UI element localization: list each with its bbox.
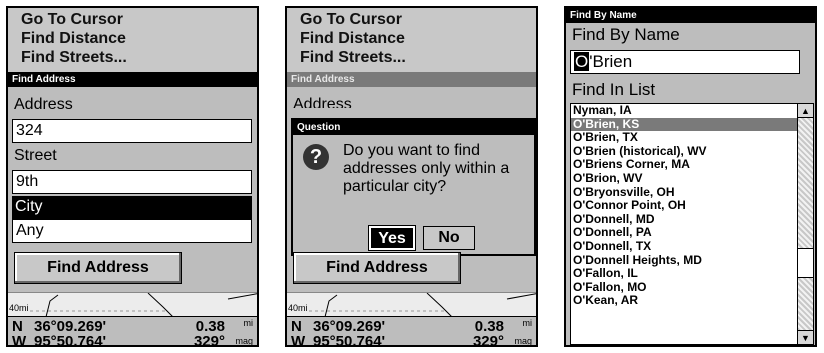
lon-dir: W xyxy=(291,333,306,347)
menu: Go To Cursor Find Distance Find Streets.… xyxy=(287,8,536,72)
scroll-up-icon[interactable]: ▲ xyxy=(798,104,813,118)
question-dialog: Question ? Do you want to find addresses… xyxy=(291,118,536,256)
map-strip: 40mi xyxy=(8,292,257,317)
list-item[interactable]: O'Donnell, PA xyxy=(571,226,813,240)
list-item[interactable]: O'Brion, WV xyxy=(571,171,813,186)
menu-item-find-distance[interactable]: Find Distance xyxy=(287,29,536,48)
list-item[interactable]: O'Donnell, TX xyxy=(571,239,813,254)
scroll-thumb[interactable] xyxy=(798,248,813,278)
scroll-track[interactable] xyxy=(798,118,813,330)
city-label[interactable]: City xyxy=(12,196,252,220)
list-item[interactable]: O'Brien, TX xyxy=(571,131,813,145)
distance-unit: mi xyxy=(522,318,533,328)
list-item[interactable]: O'Connor Point, OH xyxy=(571,199,813,213)
address-label: Address xyxy=(14,96,73,113)
find-address-title: Find Address xyxy=(8,72,257,87)
question-icon: ? xyxy=(303,144,329,170)
list-item[interactable]: Nyman, IA xyxy=(571,104,813,118)
menu-item-find-streets[interactable]: Find Streets... xyxy=(287,48,536,67)
find-address-button[interactable]: Find Address xyxy=(293,252,461,284)
question-screen: Go To Cursor Find Distance Find Streets.… xyxy=(285,6,538,347)
menu-item-find-streets[interactable]: Find Streets... xyxy=(8,48,257,67)
find-by-name-heading: Find By Name xyxy=(572,25,680,44)
menu: Go To Cursor Find Distance Find Streets.… xyxy=(8,8,257,72)
list-item[interactable]: O'Bryonsville, OH xyxy=(571,185,813,200)
menu-item-find-distance[interactable]: Find Distance xyxy=(8,29,257,48)
lon-dir: W xyxy=(12,333,27,347)
list-item[interactable]: O'Brien, KS xyxy=(571,117,813,132)
longitude: 95°50.764' xyxy=(34,333,107,347)
distance-unit: mi xyxy=(243,318,254,328)
question-text: Do you want to find addresses only withi… xyxy=(343,142,510,195)
longitude: 95°50.764' xyxy=(313,333,386,347)
address-label: Address xyxy=(293,96,352,108)
list-item[interactable]: O'Fallon, IL xyxy=(571,267,813,281)
map-lines xyxy=(309,293,536,317)
list-item[interactable]: O'Briens Corner, MA xyxy=(571,158,813,172)
find-address-button[interactable]: Find Address xyxy=(14,252,182,284)
list-item[interactable]: O'Fallon, MO xyxy=(571,280,813,295)
scrollbar[interactable]: ▲ ▼ xyxy=(797,104,813,344)
find-address-screen: Go To Cursor Find Distance Find Streets.… xyxy=(6,6,259,347)
find-in-list-label: Find In List xyxy=(572,80,656,99)
list-item[interactable]: O'Kean, AR xyxy=(571,294,813,308)
bearing-unit: mag xyxy=(235,336,253,346)
input-cursor: O xyxy=(574,52,590,71)
street-label: Street xyxy=(14,147,57,164)
find-address-title: Find Address xyxy=(287,72,536,87)
bearing: 329° xyxy=(193,333,225,347)
position-readout: N 36°09.269' 0.38 mi W 95°50.764' 329° m… xyxy=(287,316,536,347)
map-strip: 40mi xyxy=(287,292,536,317)
find-by-name-screen: Find By Name Find By Name O'Brien Find I… xyxy=(564,6,817,347)
list-item[interactable]: O'Donnell Heights, MD xyxy=(571,253,813,268)
bearing: 329° xyxy=(472,333,504,347)
menu-item-go-to-cursor[interactable]: Go To Cursor xyxy=(8,10,257,29)
bearing-unit: mag xyxy=(514,336,532,346)
scroll-down-icon[interactable]: ▼ xyxy=(798,330,813,344)
address-field[interactable]: 324 xyxy=(12,119,252,143)
list-items: Nyman, IA O'Brien, KS O'Brien, TX O'Brien (… xyxy=(571,104,813,308)
list-item[interactable]: O'Brien (historical), WV xyxy=(571,144,813,159)
yes-button[interactable]: Yes xyxy=(368,225,416,251)
no-button[interactable]: No xyxy=(423,226,475,250)
position-readout: N 36°09.269' 0.38 mi W 95°50.764' 329° m… xyxy=(8,316,257,347)
results-list[interactable]: Nyman, IA O'Brien, KS O'Brien, TX O'Brien (… xyxy=(570,103,814,345)
menu-item-go-to-cursor[interactable]: Go To Cursor xyxy=(287,10,536,29)
map-lines xyxy=(30,293,257,317)
find-by-name-title: Find By Name xyxy=(566,8,815,23)
question-title: Question xyxy=(293,120,534,135)
input-text: 'Brien xyxy=(589,52,633,71)
city-field[interactable]: Any xyxy=(12,219,252,243)
street-field[interactable]: 9th xyxy=(12,170,252,194)
list-item[interactable]: O'Donnell, MD xyxy=(571,212,813,227)
name-input[interactable]: O'Brien xyxy=(570,50,800,74)
